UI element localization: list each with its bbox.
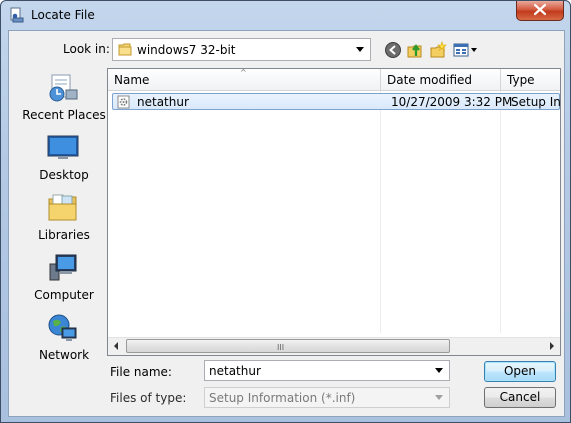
column-header-label: Date modified (387, 73, 473, 87)
back-icon[interactable] (384, 41, 402, 59)
app-icon (10, 7, 24, 23)
scroll-left-icon[interactable] (114, 342, 118, 350)
views-menu-icon[interactable] (452, 41, 478, 59)
network-icon (48, 314, 77, 341)
file-list[interactable]: Name ^ Date modified Type netathur 10/27… (107, 68, 561, 356)
chevron-down-icon[interactable] (435, 368, 443, 373)
column-header-name[interactable]: Name ^ (108, 69, 381, 91)
chevron-down-icon (435, 395, 443, 400)
setup-information-file-icon (117, 95, 130, 109)
column-header-type[interactable]: Type (501, 69, 560, 91)
column-divider (500, 91, 501, 333)
up-folder-icon[interactable] (406, 41, 424, 59)
file-name-cell: netathur (137, 95, 189, 109)
libraries-icon (48, 194, 77, 221)
recent-places-icon (49, 74, 78, 102)
place-label: Libraries (38, 228, 90, 242)
place-label: Recent Places (22, 108, 106, 122)
place-computer[interactable]: Computer (16, 252, 104, 308)
window-title: Locate File (31, 8, 95, 22)
computer-icon (49, 254, 77, 281)
scrollbar-grip: III (277, 343, 285, 352)
scroll-right-icon[interactable] (550, 342, 554, 350)
files-of-type-dropdown[interactable]: Setup Information (*.inf) (204, 387, 450, 408)
open-button[interactable]: Open (484, 361, 556, 382)
column-header-date-modified[interactable]: Date modified (381, 69, 501, 91)
column-header-label: Type (507, 73, 535, 87)
desktop-icon (47, 135, 79, 159)
place-network[interactable]: Network (16, 312, 104, 368)
look-in-label: Look in: (63, 42, 110, 56)
close-icon (533, 3, 547, 16)
horizontal-scrollbar[interactable]: III (108, 337, 560, 355)
scrollbar-thumb[interactable]: III (126, 339, 450, 353)
title-bar[interactable]: Locate File (1, 1, 570, 30)
place-label: Desktop (39, 168, 89, 182)
table-row[interactable]: netathur 10/27/2009 3:32 PM Setup Infc (112, 93, 560, 110)
date-modified-cell: 10/27/2009 3:32 PM (391, 95, 513, 109)
column-divider (380, 91, 381, 333)
close-button[interactable] (516, 1, 564, 21)
place-desktop[interactable]: Desktop (16, 132, 104, 188)
file-name-label: File name: (110, 365, 172, 379)
place-libraries[interactable]: Libraries (16, 192, 104, 248)
folder-icon (118, 43, 132, 56)
places-bar: Recent Places Desktop Libraries Computer… (16, 69, 106, 375)
column-header-label: Name (114, 73, 150, 87)
type-cell: Setup Infc (511, 95, 561, 109)
cancel-button[interactable]: Cancel (484, 387, 556, 408)
files-of-type-value: Setup Information (*.inf) (209, 391, 356, 405)
look-in-dropdown[interactable]: windows7 32-bit (112, 38, 371, 61)
file-name-input[interactable]: netathur (204, 360, 450, 381)
dialog-client-area: Look in: windows7 32-bit Recent Places D… (8, 30, 565, 417)
place-label: Computer (34, 288, 94, 302)
place-label: Network (38, 348, 90, 362)
new-folder-icon[interactable] (429, 41, 447, 59)
chevron-down-icon (356, 47, 364, 52)
look-in-value: windows7 32-bit (137, 43, 236, 57)
place-recent-places[interactable]: Recent Places (16, 72, 106, 128)
files-of-type-label: Files of type: (110, 391, 187, 405)
file-name-value: netathur (209, 364, 261, 378)
locate-file-dialog: Locate File Look in: windows7 32-bit Rec… (0, 0, 571, 423)
sort-ascending-icon: ^ (240, 68, 247, 77)
